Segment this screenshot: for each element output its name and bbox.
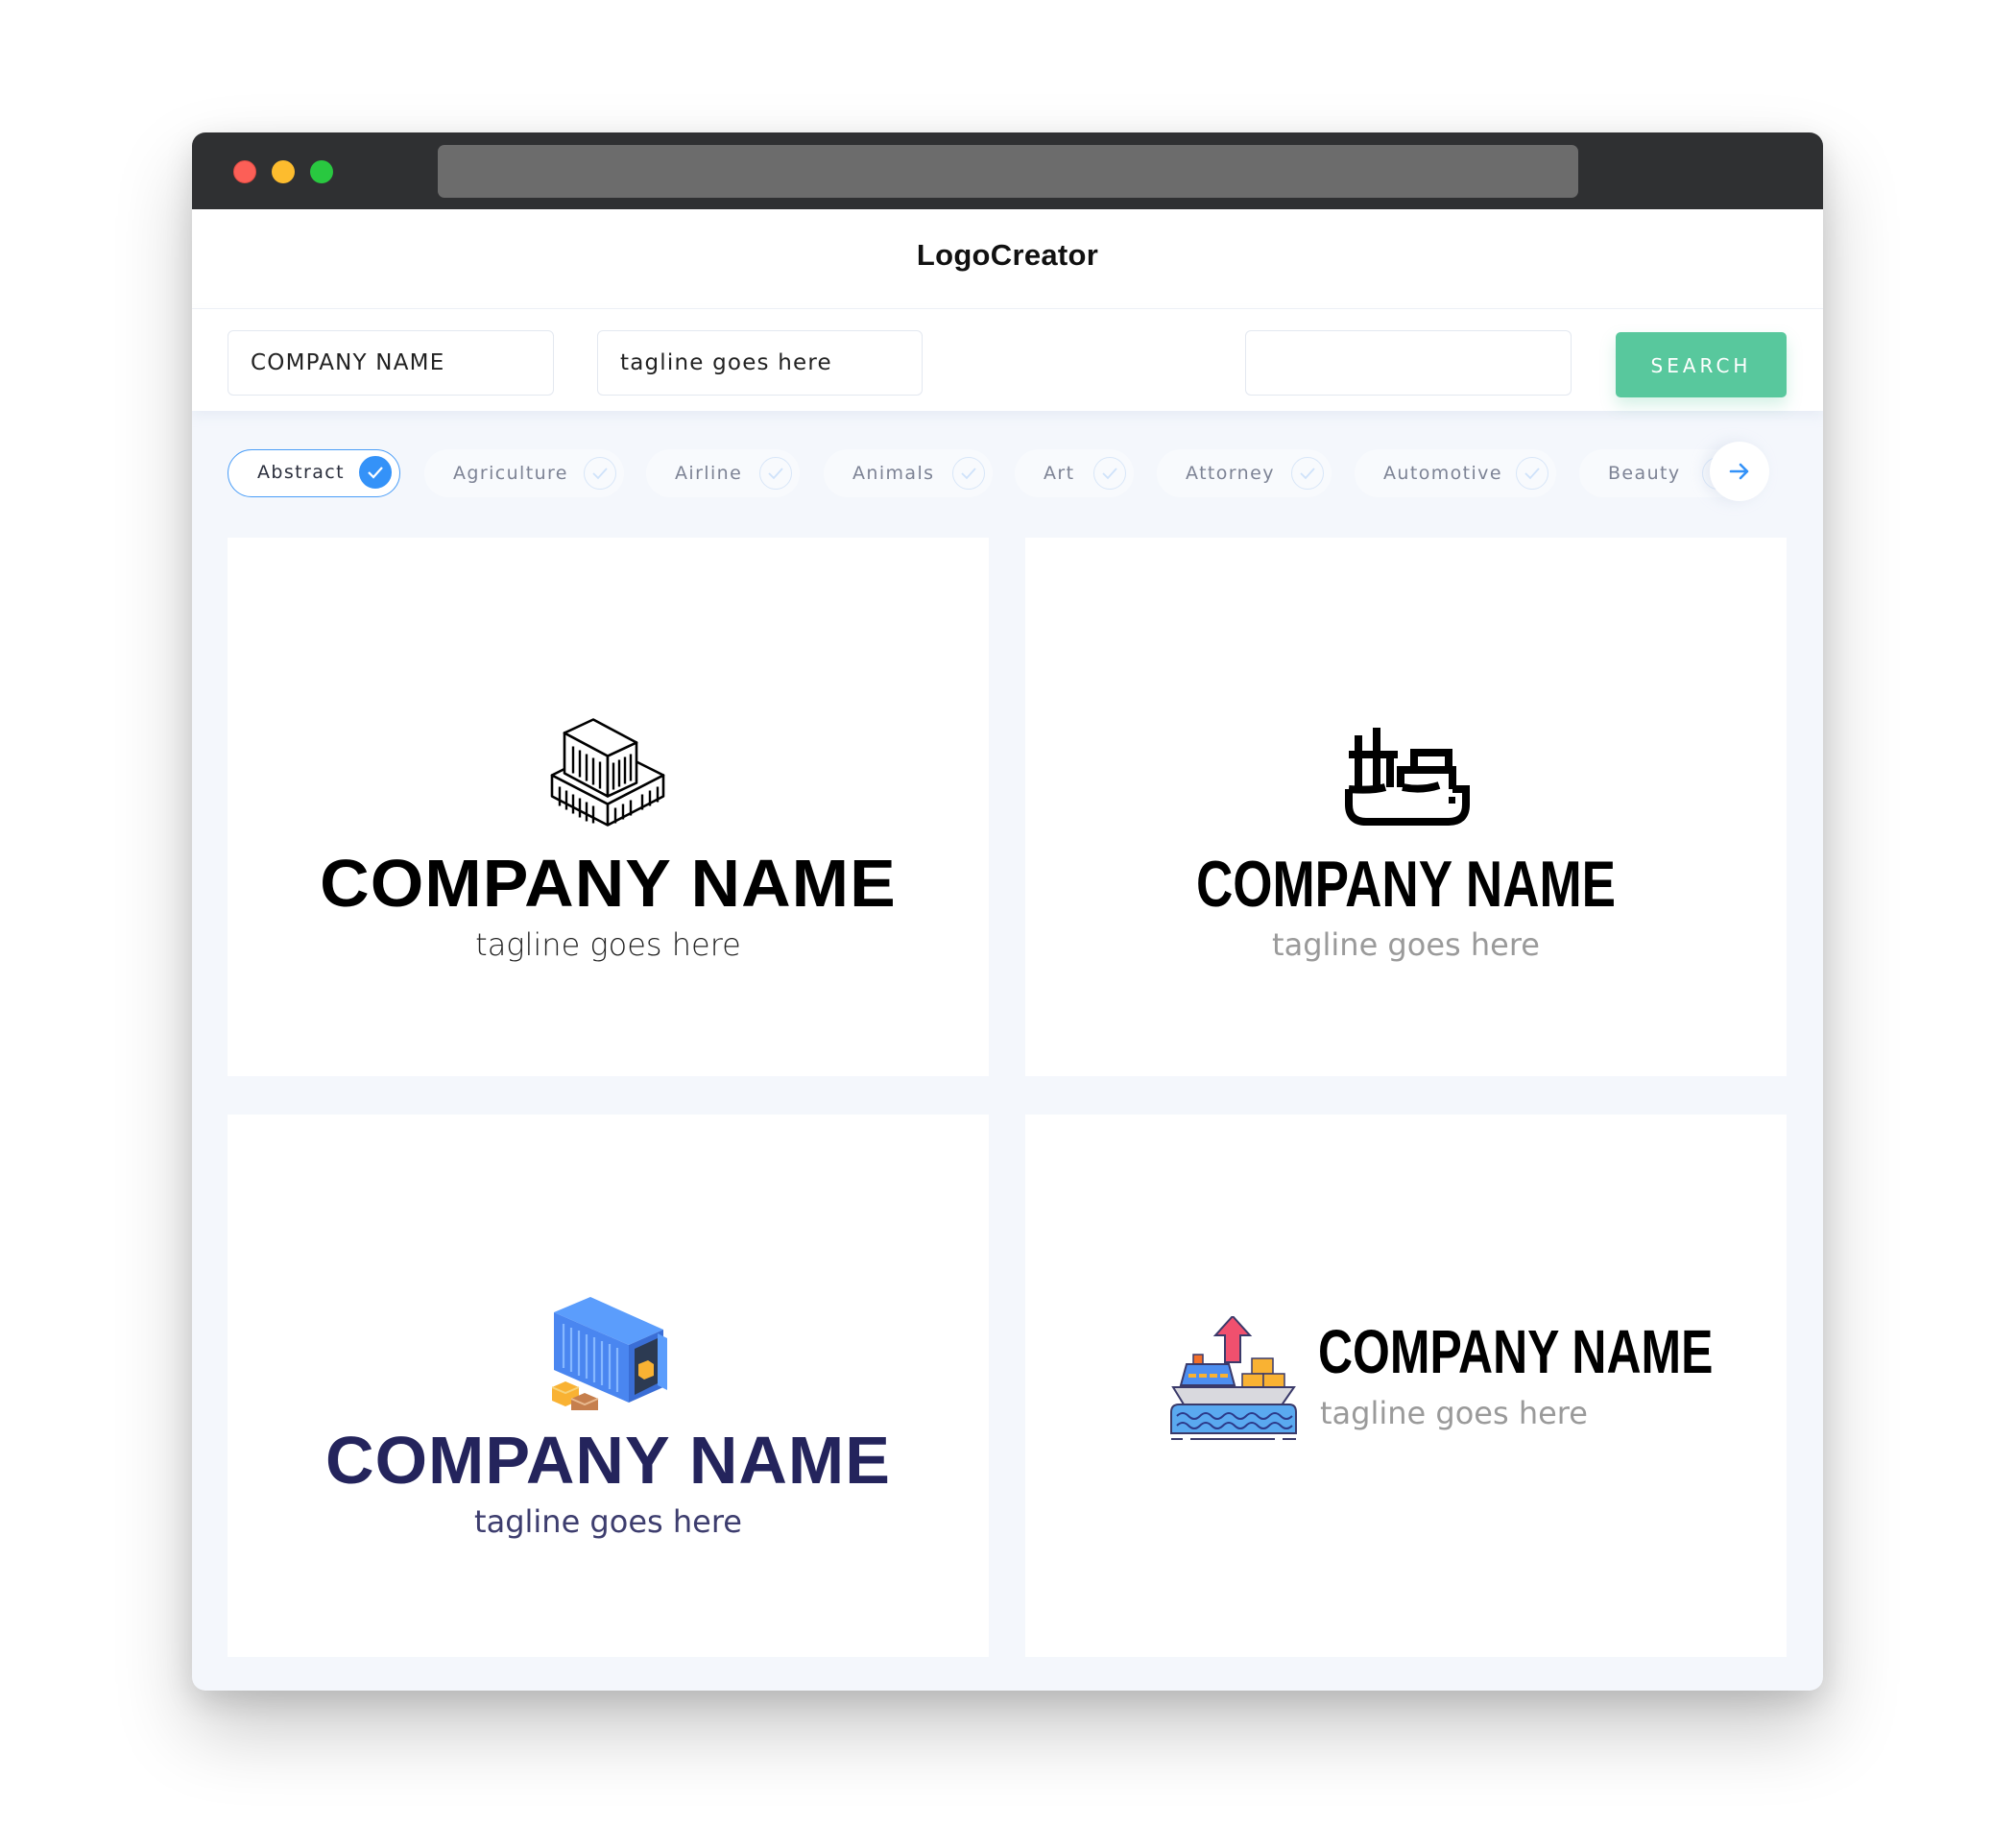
check-icon: [359, 456, 392, 489]
category-chip-animals[interactable]: Animals: [824, 449, 993, 497]
address-bar[interactable]: [438, 145, 1578, 198]
logo-company-name: COMPANY NAME: [1195, 848, 1617, 921]
export-ship-icon: [1170, 1316, 1297, 1440]
company-name-input[interactable]: [228, 330, 554, 396]
category-chip-airline[interactable]: Airline: [646, 449, 800, 497]
brand-logo[interactable]: LogoCreator: [192, 238, 1823, 273]
category-chip-label: Attorney: [1186, 463, 1275, 484]
category-chip-label: Abstract: [257, 462, 345, 483]
category-filter-bar: Abstract Agriculture Airline Animals Art…: [192, 438, 1823, 507]
keyword-search-input[interactable]: [1245, 330, 1572, 396]
maximize-window-button[interactable]: [310, 160, 333, 183]
search-bar: SEARCH: [192, 309, 1823, 411]
tagline-input[interactable]: [597, 330, 923, 396]
logo-company-name: COMPANY NAME: [325, 1423, 891, 1498]
category-chip-agriculture[interactable]: Agriculture: [424, 449, 624, 497]
check-icon: [952, 457, 985, 490]
category-chip-automotive[interactable]: Automotive: [1355, 449, 1556, 497]
logo-card[interactable]: COMPANY NAME tagline goes here: [1025, 1115, 1787, 1657]
category-chip-label: Airline: [675, 463, 743, 484]
browser-window: LogoCreator SEARCH Abstract Agriculture …: [192, 132, 1823, 1691]
category-chip-label: Animals: [852, 463, 935, 484]
check-icon: [584, 457, 616, 490]
check-icon: [1093, 457, 1126, 490]
check-icon: [759, 457, 792, 490]
open-container-boxes-icon: [552, 1297, 667, 1410]
app-header: LogoCreator: [192, 209, 1823, 309]
next-categories-button[interactable]: [1710, 442, 1769, 501]
logo-tagline: tagline goes here: [1272, 926, 1540, 963]
logo-tagline: tagline goes here: [474, 1503, 742, 1540]
category-chip-art[interactable]: Art: [1015, 449, 1134, 497]
logo-tagline: tagline goes here: [1320, 1395, 1588, 1431]
title-bar: [192, 132, 1823, 209]
logo-tagline: tagline goes here: [475, 926, 741, 963]
logo-card[interactable]: COMPANY NAME tagline goes here: [1025, 538, 1787, 1076]
arrow-right-icon: [1729, 463, 1749, 480]
logo-company-name: COMPANY NAME: [1318, 1317, 1714, 1386]
logo-company-name: COMPANY NAME: [320, 846, 897, 921]
category-chip-label: Automotive: [1383, 463, 1502, 484]
close-window-button[interactable]: [233, 160, 256, 183]
category-chip-label: Beauty: [1608, 463, 1681, 484]
logo-card[interactable]: COMPANY NAME tagline goes here: [228, 538, 989, 1076]
category-chip-label: Agriculture: [453, 463, 568, 484]
logo-card[interactable]: COMPANY NAME tagline goes here: [228, 1115, 989, 1657]
check-icon: [1291, 457, 1324, 490]
search-button[interactable]: SEARCH: [1616, 332, 1787, 397]
category-chip-abstract[interactable]: Abstract: [228, 449, 400, 497]
cargo-ship-icon: [1345, 728, 1470, 826]
category-chip-label: Art: [1044, 463, 1075, 484]
minimize-window-button[interactable]: [272, 160, 295, 183]
stacked-containers-icon: [550, 718, 665, 827]
check-icon: [1516, 457, 1548, 490]
category-chip-attorney[interactable]: Attorney: [1157, 449, 1332, 497]
